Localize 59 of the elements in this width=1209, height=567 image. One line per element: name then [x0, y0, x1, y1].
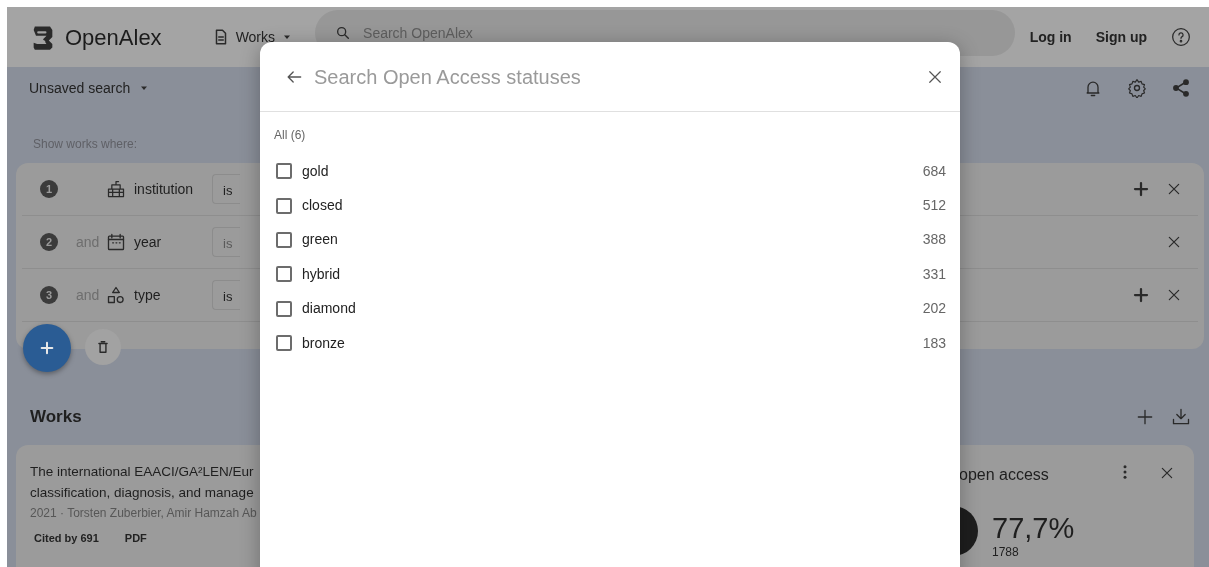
option-label[interactable]: bronze [302, 332, 923, 354]
delete-button[interactable] [85, 329, 121, 365]
search-input[interactable]: Search OpenAlex [361, 21, 906, 45]
close-icon[interactable] [1159, 465, 1175, 481]
option-label[interactable]: hybrid [302, 263, 923, 285]
operator-field[interactable]: is [212, 280, 240, 310]
plus-icon [39, 340, 55, 356]
close-icon[interactable] [1166, 181, 1182, 197]
plus-icon[interactable] [1132, 286, 1150, 304]
panel-title: open access [959, 465, 1049, 485]
settings-icon[interactable] [1127, 78, 1147, 98]
close-icon[interactable] [1166, 287, 1182, 303]
option-count: 388 [922, 230, 946, 250]
section-title: Works [30, 406, 82, 429]
filter-label: type [134, 285, 162, 305]
checkbox[interactable] [276, 231, 292, 248]
option-count: 183 [922, 333, 946, 353]
work-meta: 2021 · Torsten Zuberbier, Amir Hamzah Ab [30, 505, 258, 522]
checkbox[interactable] [276, 335, 292, 352]
entity-menu[interactable]: Works [211, 26, 294, 48]
close-icon[interactable] [1166, 234, 1182, 250]
calendar-icon [106, 232, 126, 252]
option-label[interactable]: diamond [302, 298, 923, 320]
option-count: 684 [922, 161, 946, 181]
signup-link[interactable]: Sign up [1095, 26, 1147, 48]
plus-icon[interactable] [1132, 180, 1150, 198]
login-link[interactable]: Log in [1029, 26, 1072, 48]
option-label[interactable]: green [302, 229, 923, 251]
option-label[interactable]: closed [302, 195, 923, 217]
step-number: 1 [40, 180, 58, 198]
filter-label: year [134, 232, 163, 252]
operator-field[interactable]: is [212, 174, 240, 204]
option-count: 202 [922, 299, 946, 319]
option-count: 331 [922, 264, 946, 284]
shapes-icon [106, 285, 126, 305]
work-tag: Cited by 691 [34, 530, 99, 547]
help-icon[interactable] [1171, 27, 1191, 47]
checkbox[interactable] [276, 266, 292, 283]
all-label[interactable]: All (6) [274, 128, 306, 142]
step-number: 2 [40, 233, 58, 251]
filter-label: institution [134, 179, 195, 199]
option-label[interactable]: gold [302, 160, 923, 182]
checkbox[interactable] [276, 163, 292, 180]
step-number: 3 [40, 286, 58, 304]
logo-text: OpenAlex [65, 23, 162, 52]
share-icon[interactable] [1171, 78, 1191, 98]
count-value: 1788 [992, 544, 1019, 561]
search-icon [335, 25, 352, 41]
option-count: 512 [922, 196, 946, 216]
work-tag: PDF [124, 530, 147, 547]
download-icon[interactable] [1171, 407, 1191, 427]
add-filter-button[interactable] [23, 324, 71, 372]
checkbox[interactable] [276, 300, 292, 317]
trash-icon [96, 340, 110, 354]
percent-value: 77,7% [992, 511, 1075, 546]
saved-search-menu[interactable]: Unsaved search [29, 77, 151, 99]
plus-icon[interactable] [1135, 407, 1155, 427]
institution-icon [106, 179, 126, 199]
checkbox[interactable] [276, 197, 292, 214]
